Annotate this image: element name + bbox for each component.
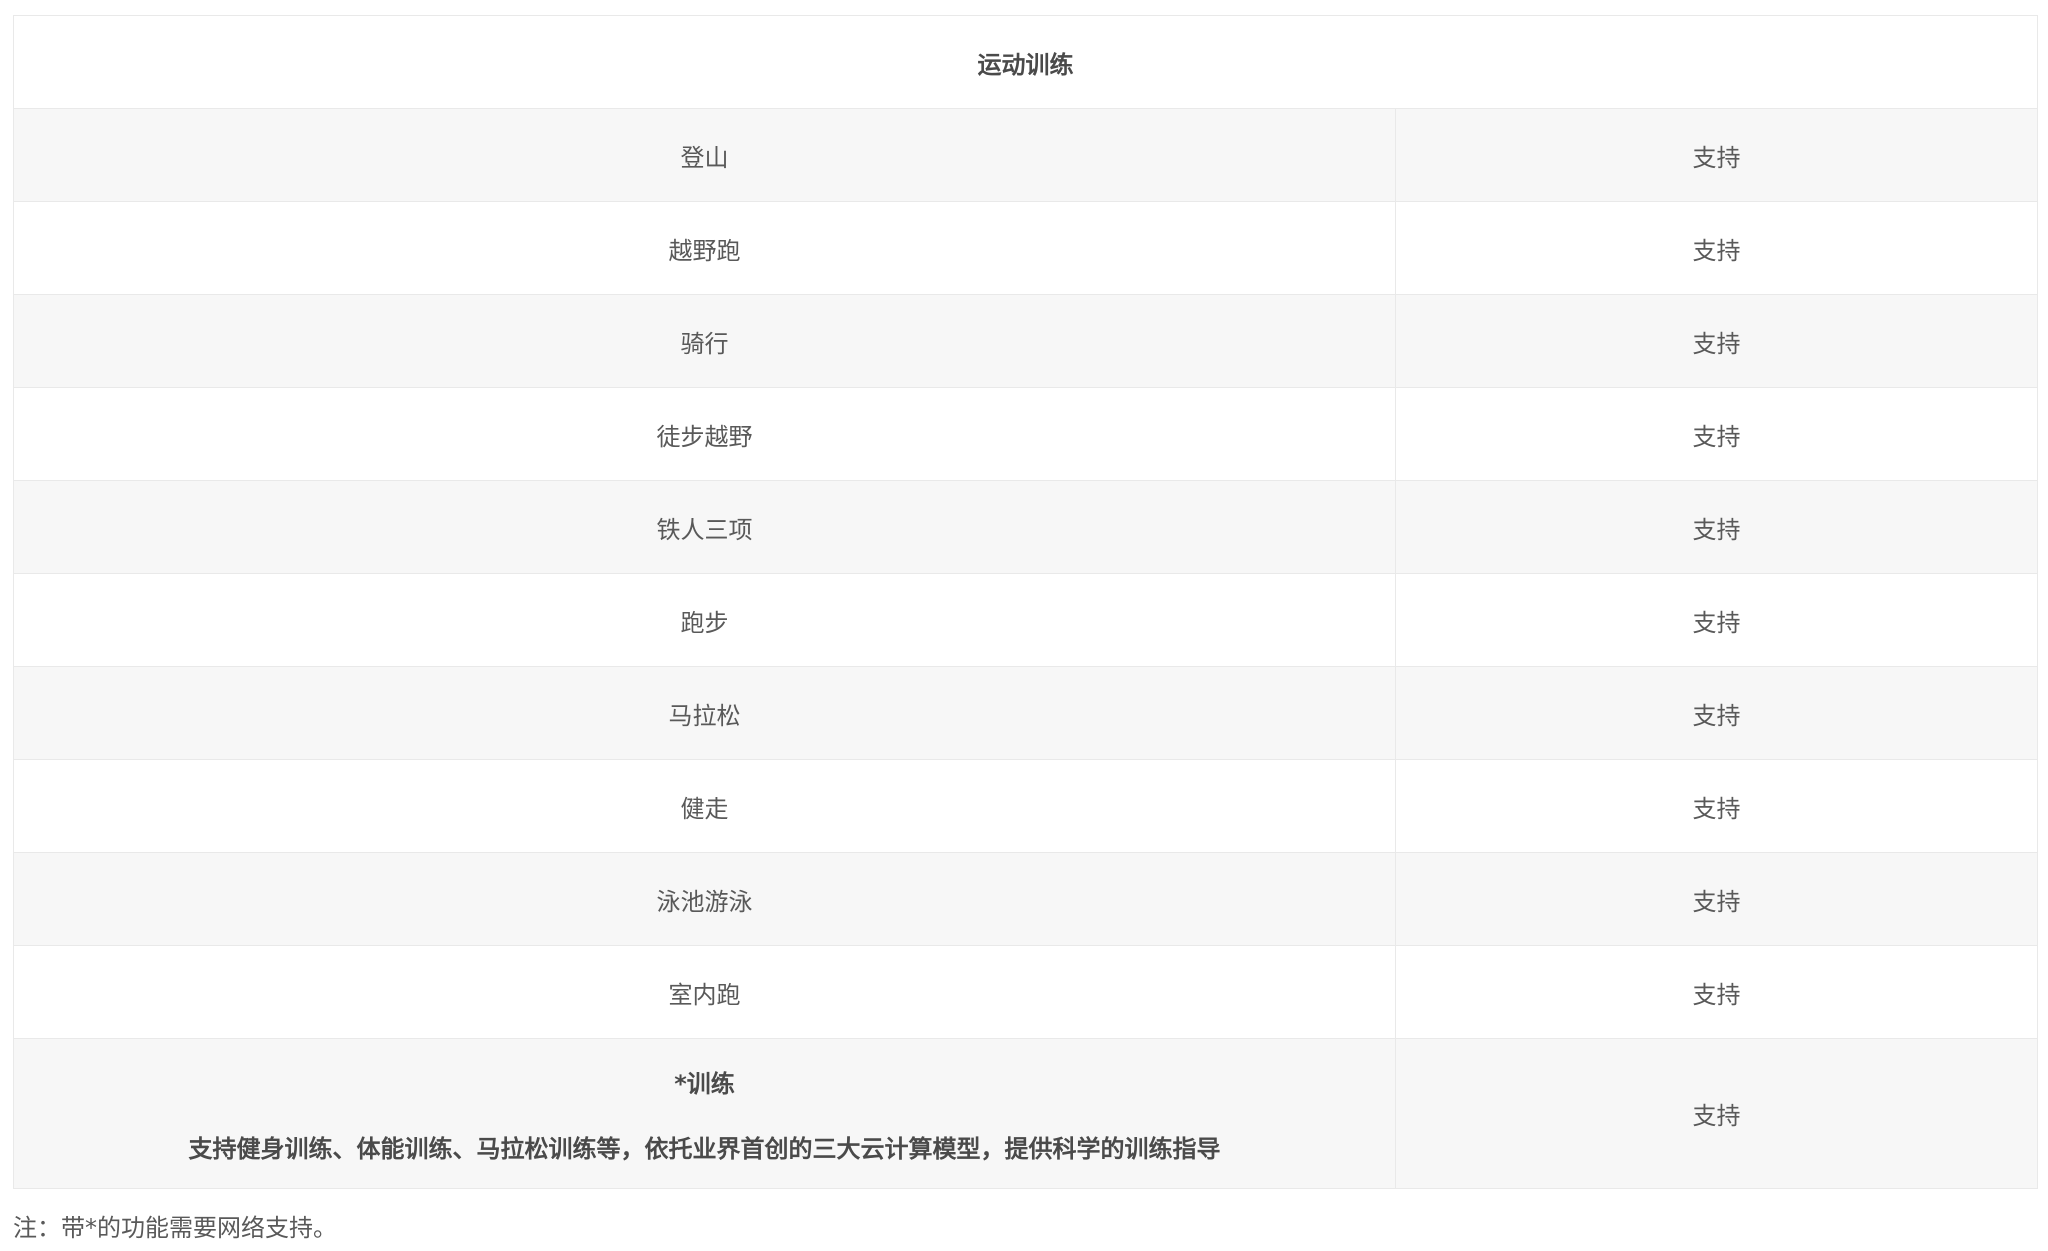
table-row: 马拉松 支持 (13, 666, 2038, 760)
row-name: 徒步越野 (13, 387, 1396, 481)
row-value: 支持 (1395, 108, 2038, 202)
table-header-row: 运动训练 (13, 15, 2038, 109)
row-value: 支持 (1395, 945, 2038, 1039)
row-name: 越野跑 (13, 201, 1396, 295)
spec-table: 运动训练 登山 支持 越野跑 支持 骑行 支持 徒步越野 支持 铁人三项 支持 … (13, 15, 2038, 1189)
row-value: 支持 (1395, 294, 2038, 388)
training-cell: *训练 支持健身训练、体能训练、马拉松训练等，依托业界首创的三大云计算模型，提供… (13, 1038, 1396, 1189)
table-row: 泳池游泳 支持 (13, 852, 2038, 946)
training-description: 支持健身训练、体能训练、马拉松训练等，依托业界首创的三大云计算模型，提供科学的训… (188, 1134, 1221, 1163)
row-name: 马拉松 (13, 666, 1396, 760)
row-value: 支持 (1395, 480, 2038, 574)
row-value: 支持 (1395, 573, 2038, 667)
table-row: 跑步 支持 (13, 573, 2038, 667)
table-row: 徒步越野 支持 (13, 387, 2038, 481)
table-row: 铁人三项 支持 (13, 480, 2038, 574)
row-name: 跑步 (13, 573, 1396, 667)
row-value: 支持 (1395, 1038, 2038, 1189)
table-row-training: *训练 支持健身训练、体能训练、马拉松训练等，依托业界首创的三大云计算模型，提供… (13, 1038, 2038, 1189)
footnote: 注：带*的功能需要网络支持。 (13, 1214, 337, 1242)
table-row: 登山 支持 (13, 108, 2038, 202)
table-row: 越野跑 支持 (13, 201, 2038, 295)
row-name: 骑行 (13, 294, 1396, 388)
row-value: 支持 (1395, 759, 2038, 853)
row-name: 铁人三项 (13, 480, 1396, 574)
row-value: 支持 (1395, 201, 2038, 295)
row-value: 支持 (1395, 666, 2038, 760)
row-name: 泳池游泳 (13, 852, 1396, 946)
table-header: 运动训练 (13, 15, 2038, 109)
training-title: *训练 (674, 1069, 735, 1098)
table-row: 骑行 支持 (13, 294, 2038, 388)
row-name: 室内跑 (13, 945, 1396, 1039)
table-row: 健走 支持 (13, 759, 2038, 853)
row-name: 健走 (13, 759, 1396, 853)
row-value: 支持 (1395, 387, 2038, 481)
table-row: 室内跑 支持 (13, 945, 2038, 1039)
row-name: 登山 (13, 108, 1396, 202)
row-value: 支持 (1395, 852, 2038, 946)
